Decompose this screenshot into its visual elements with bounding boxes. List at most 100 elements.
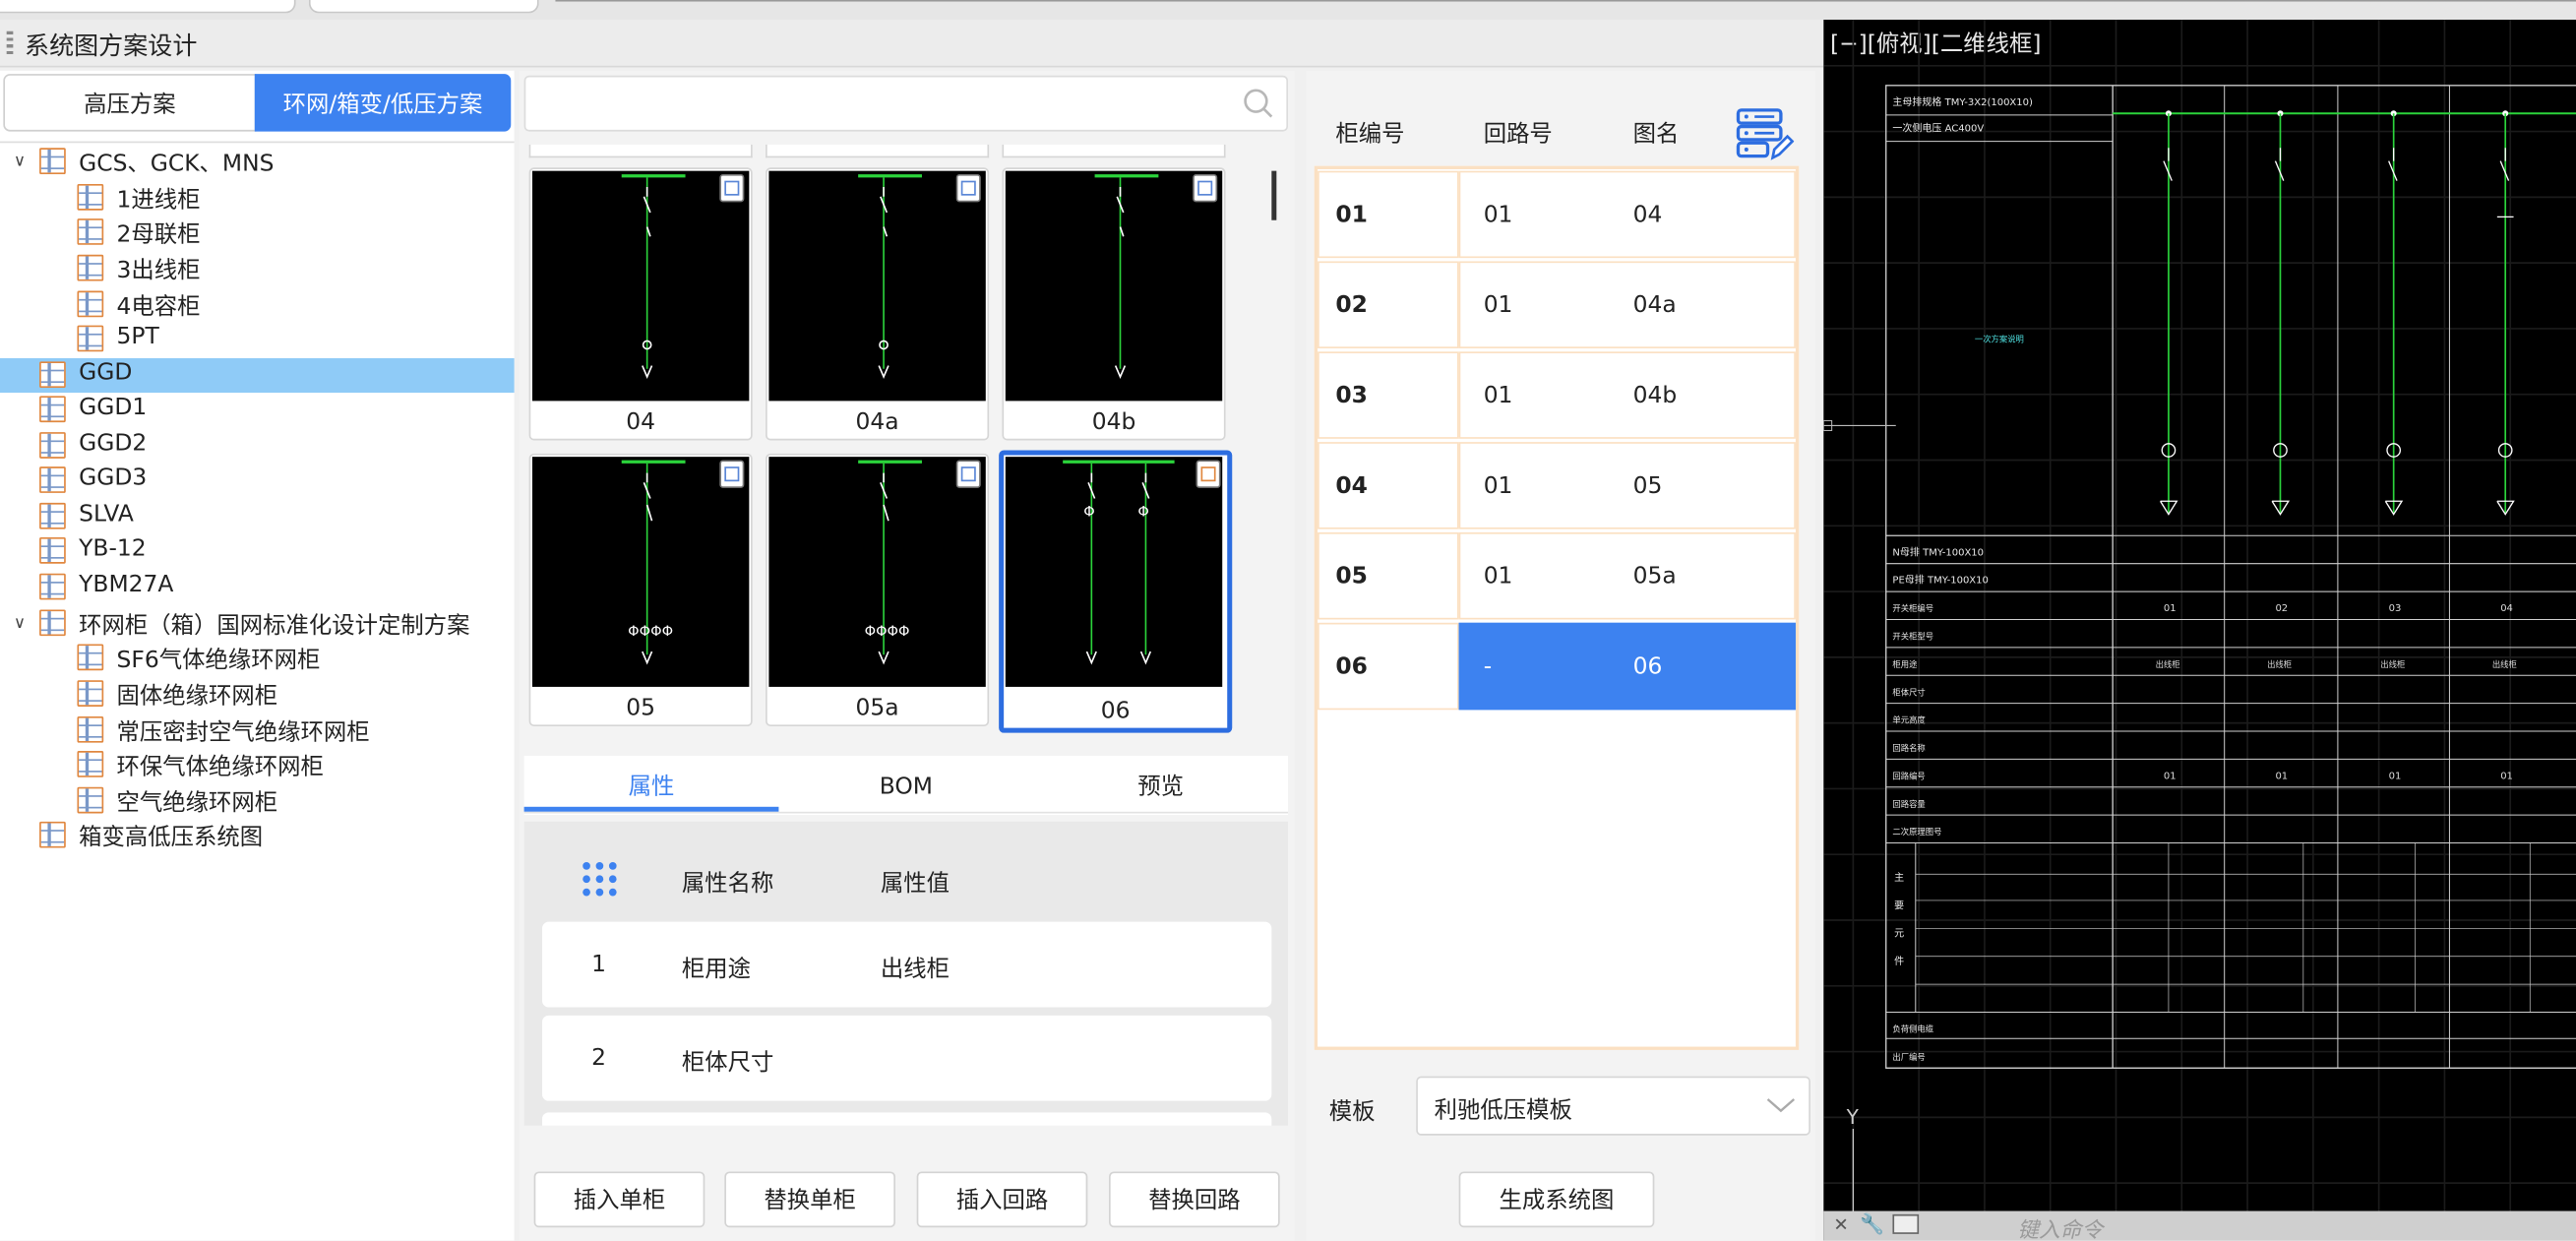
circuit-cell[interactable]: 01 05a	[1458, 531, 1796, 620]
tree-item[interactable]: GGD	[0, 357, 515, 394]
header-cabinet-no: 柜编号	[1335, 121, 1405, 149]
cabinet-no-cell[interactable]: 02	[1318, 261, 1459, 348]
tree-item[interactable]: ∨ GCS、GCK、MNS	[0, 145, 515, 179]
header-drawing-name: 图名	[1632, 121, 1680, 149]
tree-item[interactable]: 4电容柜	[0, 287, 515, 322]
insert-cabinet-button[interactable]: 插入单柜	[533, 1171, 705, 1228]
scheme-preview: ΦΦΦΦ	[531, 457, 750, 687]
command-close-icon[interactable]: ✕	[1833, 1214, 1848, 1236]
tree-item[interactable]: ∨ 环网柜（箱）国网标准化设计定制方案	[0, 606, 515, 641]
circuit-no: 01	[1483, 201, 1513, 228]
circuit-no: 01	[1483, 472, 1513, 499]
divider	[0, 141, 515, 144]
scheme-preview	[531, 170, 750, 402]
tab-attributes[interactable]: 属性	[524, 763, 779, 812]
prop-row[interactable]: 1 柜用途 出线柜	[541, 921, 1272, 1008]
cabinet-icon	[39, 361, 66, 389]
template-select[interactable]: 利驰低压模板	[1416, 1076, 1810, 1136]
cabinet-row[interactable]: 06-06	[1318, 622, 1796, 711]
circuit-cell[interactable]: - 06	[1458, 622, 1796, 711]
cabinet-row[interactable]: 02 01 04a	[1318, 261, 1796, 348]
command-history-icon[interactable]	[1892, 1213, 1920, 1234]
scheme-thumbnail-label: 05a	[855, 695, 899, 721]
svg-text:ΦΦΦΦ: ΦΦΦΦ	[628, 623, 673, 640]
tab-high-voltage[interactable]: 高压方案	[3, 74, 257, 132]
cabinet-row[interactable]: 04 01 05	[1318, 442, 1796, 529]
top-tab-strip	[0, 0, 2576, 21]
tree-item-label: SLVA	[79, 501, 134, 527]
prop-value[interactable]: 出线柜	[881, 952, 950, 984]
cabinet-row[interactable]: 01 01 04	[1318, 170, 1796, 259]
scheme-badge-icon	[955, 460, 981, 488]
tab-preview[interactable]: 预览	[1033, 763, 1288, 812]
tree-item[interactable]: 箱变高低压系统图	[0, 818, 515, 852]
insert-circuit-button[interactable]: 插入回路	[916, 1171, 1088, 1228]
document-tab[interactable]	[308, 0, 539, 14]
cad-usage: 出线柜	[2267, 659, 2292, 669]
thumb-row-edge	[766, 144, 990, 158]
tree-item-label: 环网柜（箱）国网标准化设计定制方案	[79, 612, 470, 640]
tab-ring-lowvoltage[interactable]: 环网/箱变/低压方案	[254, 74, 512, 132]
tree-item[interactable]: YBM27A	[0, 570, 515, 604]
tree-item[interactable]: GGD1	[0, 393, 515, 427]
tree-item-label: 箱变高低压系统图	[79, 825, 264, 851]
cad-viewport[interactable]: [−][俯视][二维线框] 01 出线柜 01 02 出线柜 01 03 出线柜 01 04 出线柜…	[1823, 20, 2576, 1241]
tree-item[interactable]: SLVA	[0, 500, 515, 534]
search-input[interactable]	[523, 75, 1289, 132]
scheme-thumbnail[interactable]: ΦΦΦΦ 05a	[766, 453, 990, 726]
scheme-preview	[1005, 170, 1223, 402]
cabinet-no-cell[interactable]: 01	[1318, 170, 1459, 259]
cabinet-no-cell[interactable]: 04	[1318, 442, 1459, 529]
tree-item[interactable]: SF6气体绝缘环网柜	[0, 641, 515, 675]
cabinet-no-cell[interactable]: 03	[1318, 351, 1459, 439]
scheme-thumbnail[interactable]: 04a	[766, 167, 990, 441]
tab-bom[interactable]: BOM	[778, 763, 1033, 812]
scheme-thumbnail[interactable]: ΦΦΦΦ 05	[528, 453, 753, 726]
database-edit-icon[interactable]	[1735, 107, 1795, 163]
tree-item[interactable]: 空气绝缘环网柜	[0, 783, 515, 818]
cad-row-label: 二次原理图号	[1892, 827, 1941, 837]
cabinet-icon	[39, 502, 66, 529]
circuit-cell[interactable]: 01 05	[1458, 442, 1796, 529]
tree-item[interactable]: 1进线柜	[0, 181, 515, 216]
command-input[interactable]: 键入命令	[2017, 1212, 2103, 1241]
circuit-cell[interactable]: 01 04b	[1458, 351, 1796, 439]
panel-title-bar: 系统图方案设计	[0, 20, 1824, 68]
tree-item[interactable]: 常压密封空气绝缘环网柜	[0, 714, 515, 748]
tree-item[interactable]: 固体绝缘环网柜	[0, 677, 515, 712]
replace-circuit-button[interactable]: 替换回路	[1109, 1171, 1280, 1228]
circuit-cell[interactable]: 01 04	[1458, 170, 1796, 259]
expand-toggle-icon[interactable]: ∨	[10, 152, 30, 171]
tab-strip-rule	[555, 0, 2576, 14]
gallery-scrollbar[interactable]	[1271, 170, 1277, 220]
cad-row-label: 出厂编号	[1892, 1052, 1925, 1062]
tree-item[interactable]: GGD2	[0, 429, 515, 464]
document-tab[interactable]	[0, 0, 296, 14]
expand-toggle-icon[interactable]: ∨	[10, 613, 30, 633]
cad-vertical-label: 要	[1894, 900, 1904, 911]
tree-item[interactable]: 2母联柜	[0, 216, 515, 250]
cabinet-no-cell[interactable]: 06	[1318, 622, 1459, 711]
scheme-thumbnail-label: 05	[626, 695, 656, 721]
tree-item[interactable]: 5PT	[0, 322, 515, 356]
scheme-thumbnail[interactable]: 04b	[1002, 167, 1226, 441]
drag-grip-icon[interactable]	[6, 31, 14, 55]
tree-item[interactable]: 3出线柜	[0, 251, 515, 285]
scheme-thumbnail[interactable]: 04	[528, 167, 753, 441]
prop-row[interactable]: 2 柜体尺寸	[541, 1015, 1272, 1101]
generate-system-diagram-button[interactable]: 生成系统图	[1458, 1171, 1655, 1228]
tree-item[interactable]: YB-12	[0, 534, 515, 569]
circuit-cell[interactable]: 01 04a	[1458, 261, 1796, 348]
cad-drawing[interactable]: 01 出线柜 01 02 出线柜 01 03 出线柜 01 04 出线柜 01 主母排规格 TMY-3X…	[1823, 20, 2576, 1241]
scheme-thumbnail[interactable]: Φ Φ 06	[999, 450, 1233, 733]
cabinet-no-cell[interactable]: 05	[1318, 531, 1459, 620]
replace-cabinet-button[interactable]: 替换单柜	[724, 1171, 895, 1228]
cabinet-row[interactable]: 05 01 05a	[1318, 531, 1796, 620]
tree-item[interactable]: GGD3	[0, 464, 515, 498]
wrench-icon[interactable]: 🔧	[1860, 1212, 1884, 1235]
column-settings-icon[interactable]	[580, 859, 619, 899]
cabinet-row[interactable]: 03 01 04b	[1318, 351, 1796, 439]
search-icon[interactable]	[1242, 87, 1274, 119]
tree-item[interactable]: 环保气体绝缘环网柜	[0, 748, 515, 782]
command-bar[interactable]: ✕ 🔧 键入命令	[1823, 1210, 2576, 1241]
